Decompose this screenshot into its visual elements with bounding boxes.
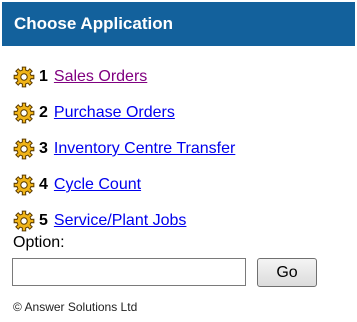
menu-item-number: 1 (39, 68, 48, 85)
gear-icon (13, 66, 35, 88)
cycle-count-link[interactable]: Cycle Count (54, 176, 141, 194)
menu-item-cycle-count: 4 Cycle Count (13, 167, 353, 203)
gear-icon (13, 174, 35, 196)
inventory-centre-transfer-link[interactable]: Inventory Centre Transfer (54, 140, 235, 158)
menu-item-number: 5 (39, 212, 48, 229)
menu-item-number: 3 (39, 140, 48, 157)
copyright-footer: © Answer Solutions Ltd (13, 300, 138, 314)
menu-item-purchase-orders: 2 Purchase Orders (13, 95, 353, 131)
menu-item-number: 4 (39, 176, 48, 193)
gear-icon (13, 102, 35, 124)
choose-application-header: Choose Application (2, 2, 355, 46)
application-menu: 1 Sales Orders 2 Purchase Orders 3 Inven… (13, 59, 353, 239)
option-label: Option: (13, 234, 65, 251)
go-button[interactable]: Go (257, 258, 317, 287)
sales-orders-link[interactable]: Sales Orders (54, 68, 147, 86)
option-input[interactable] (12, 258, 246, 286)
gear-icon (13, 210, 35, 232)
header-title: Choose Application (14, 14, 173, 33)
menu-item-number: 2 (39, 104, 48, 121)
menu-item-sales-orders: 1 Sales Orders (13, 59, 353, 95)
purchase-orders-link[interactable]: Purchase Orders (54, 104, 175, 122)
service-plant-jobs-link[interactable]: Service/Plant Jobs (54, 212, 187, 230)
menu-item-inventory-centre-transfer: 3 Inventory Centre Transfer (13, 131, 353, 167)
gear-icon (13, 138, 35, 160)
